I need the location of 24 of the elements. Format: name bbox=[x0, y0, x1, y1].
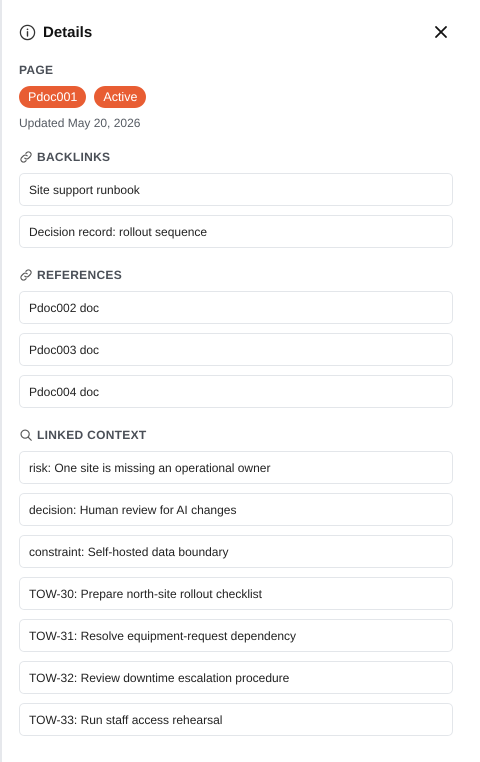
list-item[interactable]: Site support runbook bbox=[19, 173, 453, 206]
list-item[interactable]: TOW-32: Review downtime escalation procedure bbox=[19, 661, 453, 694]
section-label: LINKED CONTEXT bbox=[37, 428, 147, 442]
section-label: REFERENCES bbox=[37, 268, 122, 282]
updated-date: Updated May 20, 2026 bbox=[19, 116, 142, 130]
tag: Active bbox=[94, 86, 146, 108]
list-item[interactable]: Pdoc003 doc bbox=[19, 333, 453, 366]
list-item[interactable]: TOW-31: Resolve equipment-request dependency bbox=[19, 619, 453, 652]
list-item[interactable]: Pdoc002 doc bbox=[19, 291, 453, 324]
list-item[interactable]: TOW-30: Prepare north-site rollout checklist bbox=[19, 577, 453, 610]
section-label: BACKLINKS bbox=[37, 150, 110, 164]
list-item[interactable]: Decision record: rollout sequence bbox=[19, 215, 453, 248]
list-item[interactable]: Pdoc004 doc bbox=[19, 375, 453, 408]
list-item[interactable]: decision: Human review for AI changes bbox=[19, 493, 453, 526]
link-icon bbox=[19, 268, 33, 282]
search-icon bbox=[19, 428, 33, 442]
info-icon bbox=[19, 24, 36, 40]
list-item[interactable]: risk: One site is missing an operational owner bbox=[19, 451, 453, 484]
section-label: PAGE bbox=[19, 63, 54, 77]
list-item[interactable]: TOW-33: Run staff access rehearsal bbox=[19, 703, 453, 736]
link-icon bbox=[19, 150, 33, 164]
panel-title: Details bbox=[43, 24, 92, 40]
list-item[interactable]: constraint: Self-hosted data boundary bbox=[19, 535, 453, 568]
tag: Pdoc001 bbox=[19, 86, 86, 108]
